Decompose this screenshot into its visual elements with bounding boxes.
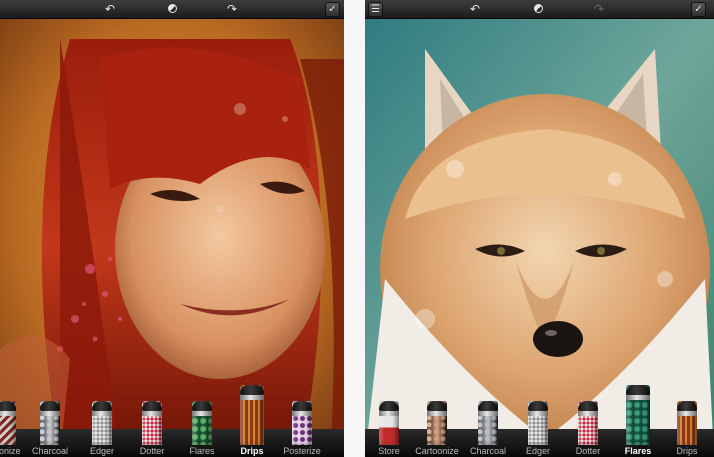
tool-dotter[interactable]: Dotter: [564, 375, 612, 457]
fox-artwork[interactable]: [365, 19, 714, 429]
tool-charcoal[interactable]: Charcoal: [26, 375, 74, 457]
marker-edger-icon: [92, 401, 112, 445]
marker-flares-icon: [626, 385, 650, 445]
fox-artwork-image: [365, 19, 714, 429]
checkmark-icon[interactable]: ✓: [325, 2, 340, 17]
undo-arrow-icon[interactable]: ↶: [102, 1, 118, 17]
left-app-screen: ↶ ↷ ✓ toonizeCharcoalEdgerDotterFlaresDr…: [0, 0, 344, 457]
marker-charcoal-icon: [40, 401, 60, 445]
portrait-artwork[interactable]: [0, 19, 344, 429]
left-toolbar: ↶ ↷ ✓: [0, 0, 344, 19]
tool-flares[interactable]: Flares: [614, 375, 662, 457]
half-circle-icon[interactable]: [530, 1, 546, 17]
right-app-screen: ☰ ↶ ↷ ✓ Store Cartoonize Charcoal Edger Dott…: [365, 0, 714, 457]
right-tool-tray: Store Cartoonize Charcoal Edger Dotter Flares…: [365, 375, 714, 457]
tool-dotter[interactable]: Dotter: [128, 375, 176, 457]
tool-label: Drips: [676, 446, 698, 456]
screen-divider: [344, 0, 365, 457]
tool-drips[interactable]: Drips: [228, 375, 276, 457]
tool-label: Charcoal: [31, 446, 69, 456]
checkmark-icon[interactable]: ✓: [691, 2, 706, 17]
right-toolbar: ☰ ↶ ↷ ✓: [365, 0, 714, 19]
marker-drips-icon: [240, 385, 264, 445]
marker-cartoonize-icon: [427, 401, 447, 445]
marker-dotter-icon: [142, 401, 162, 445]
marker-dotter-icon: [578, 401, 598, 445]
marker-edger-icon: [528, 401, 548, 445]
marker-store-icon: [379, 401, 399, 445]
redo-arrow-icon[interactable]: ↷: [591, 1, 607, 17]
tool-posterize[interactable]: Posterize: [278, 375, 326, 457]
left-tool-tray: toonizeCharcoalEdgerDotterFlaresDripsPos…: [0, 375, 344, 457]
marker-drips-icon: [677, 401, 697, 445]
undo-arrow-icon[interactable]: ↶: [467, 1, 483, 17]
half-circle-icon[interactable]: [164, 1, 180, 17]
tool-label: Posterize: [283, 446, 321, 456]
tool-store[interactable]: Store: [365, 375, 413, 457]
marker-posterize-icon: [292, 401, 312, 445]
marker-flares-icon: [192, 401, 212, 445]
redo-arrow-icon[interactable]: ↷: [224, 1, 240, 17]
tool-edger[interactable]: Edger: [514, 375, 562, 457]
tool-drips[interactable]: Drips: [663, 375, 711, 457]
tool-paint[interactable]: [330, 375, 344, 457]
marker-charcoal-icon: [478, 401, 498, 445]
marker-cartoonize-icon: [0, 401, 16, 445]
tool-edger[interactable]: Edger: [78, 375, 126, 457]
tool-cartoonize[interactable]: Cartoonize: [413, 375, 461, 457]
tool-flares[interactable]: Flares: [178, 375, 226, 457]
tool-charcoal[interactable]: Charcoal: [464, 375, 512, 457]
portrait-artwork-image: [0, 19, 344, 429]
menu-icon[interactable]: ☰: [368, 2, 383, 17]
